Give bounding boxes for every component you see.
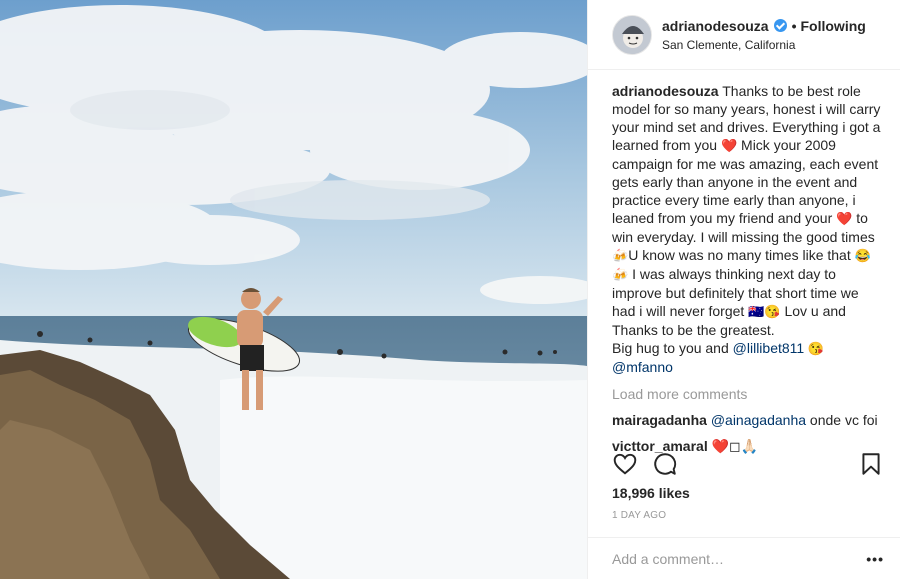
caption-username-link[interactable]: adrianodesouza (612, 83, 719, 99)
bookmark-icon[interactable] (858, 451, 884, 477)
mention-link[interactable]: @mfanno (612, 359, 673, 375)
load-more-comments-button[interactable]: Load more comments (612, 385, 884, 403)
kiss-emoji: 😘 (804, 341, 825, 356)
avatar[interactable] (612, 14, 652, 55)
avatar-face-icon (613, 15, 651, 54)
comment-text: onde vc foi (806, 412, 878, 428)
header-info: adrianodesouza • Following San Clemente,… (662, 18, 866, 52)
flag-kiss-emoji: 🇦🇺😘 (748, 304, 781, 319)
post-photo[interactable] (0, 0, 587, 579)
caption: adrianodesouza Thanks to be best role mo… (612, 82, 884, 376)
likes-count[interactable]: 18,996 likes (612, 485, 690, 501)
separator-dot: • (791, 17, 797, 34)
timestamp[interactable]: 1 DAY AGO (612, 510, 666, 521)
instagram-post: adrianodesouza • Following San Clemente,… (0, 0, 900, 579)
username-link[interactable]: adrianodesouza (662, 18, 769, 34)
surfer-photo-image (0, 0, 587, 579)
add-comment-bar: ••• (588, 537, 900, 579)
heart-emoji: ❤️ (720, 138, 738, 153)
heart-icon[interactable] (612, 451, 638, 477)
action-bar (612, 448, 884, 480)
post-sidebar: adrianodesouza • Following San Clemente,… (587, 0, 900, 579)
comments-section: adrianodesouza Thanks to be best role mo… (588, 70, 900, 455)
caption-text: U know was no many times like that (628, 247, 855, 263)
heart-emoji: ❤️ (836, 211, 853, 226)
beer-emoji: 🍻 (612, 248, 629, 263)
more-options-icon[interactable]: ••• (866, 551, 884, 567)
post-header: adrianodesouza • Following San Clemente,… (588, 0, 900, 70)
header-line: adrianodesouza • Following (662, 18, 866, 34)
comment-item: mairagadanha @ainagadanha onde vc foi (612, 411, 884, 429)
comment-input[interactable] (612, 550, 867, 567)
verified-badge-icon (773, 19, 787, 32)
mention-link[interactable]: @ainagadanha (711, 412, 806, 428)
following-button[interactable]: Following (801, 18, 866, 34)
comment-bubble-icon[interactable] (652, 451, 678, 477)
comment-username-link[interactable]: mairagadanha (612, 412, 707, 428)
mention-link[interactable]: @lillibet811 (733, 340, 805, 356)
location-link[interactable]: San Clemente, California (662, 38, 866, 52)
